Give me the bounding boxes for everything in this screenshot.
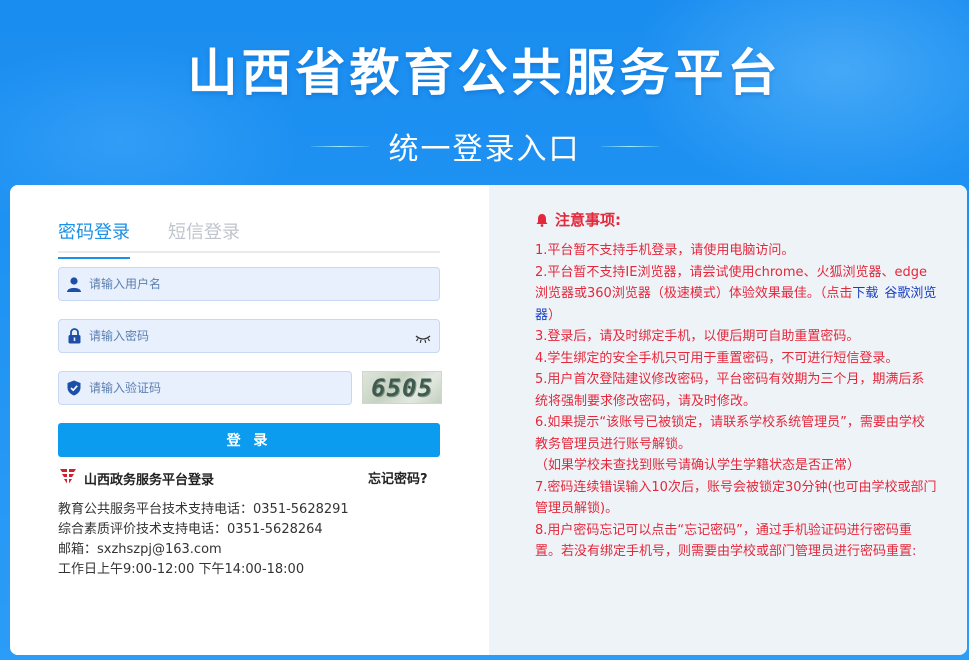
username-input[interactable] <box>89 277 439 291</box>
notice-item-1: 1.平台暂不支持手机登录，请使用电脑访问。 <box>535 243 795 258</box>
login-card: 密码登录 短信登录 6505 登 录 <box>10 185 967 655</box>
subtitle-divider-left <box>310 145 369 147</box>
user-icon <box>65 275 83 293</box>
tab-sms-login[interactable]: 短信登录 <box>168 219 240 251</box>
login-button[interactable]: 登 录 <box>58 423 440 457</box>
support-phone-evaluation: 综合素质评价技术支持电话：0351-5628264 <box>58 522 323 537</box>
support-email: 邮箱：sxzhszpj@163.com <box>58 542 222 557</box>
tab-password-login[interactable]: 密码登录 <box>58 219 130 259</box>
gov-login-link[interactable]: 山西政务服务平台登录 <box>58 467 214 489</box>
captcha-field <box>58 371 352 405</box>
login-panel: 密码登录 短信登录 6505 登 录 <box>10 185 489 655</box>
captcha-text: 6505 <box>371 373 433 402</box>
site-title: 山西省教育公共服务平台 <box>187 44 782 102</box>
login-tabs: 密码登录 短信登录 <box>58 219 440 259</box>
notice-title-text: 注意事项: <box>555 211 621 229</box>
support-info: 教育公共服务平台技术支持电话：0351-5628291 综合素质评价技术支持电话… <box>58 500 349 580</box>
notice-list: 1.平台暂不支持手机登录，请使用电脑访问。 2.平台暂不支持IE浏览器，请尝试使… <box>535 240 937 563</box>
notice-title: 注意事项: <box>535 209 937 230</box>
notice-item-3: 3.登录后，请及时绑定手机，以便后期可自助重置密码。 <box>535 329 860 344</box>
captcha-image[interactable]: 6505 <box>362 371 442 404</box>
eye-closed-icon[interactable] <box>415 329 431 343</box>
subtitle-row: 统一登录入口 <box>0 124 969 168</box>
captcha-input[interactable] <box>89 381 351 395</box>
subtitle-divider-right <box>600 145 659 147</box>
support-phone-platform: 教育公共服务平台技术支持电话：0351-5628291 <box>58 502 349 517</box>
notice-item-6-note: （如果学校未查找到账号请确认学生学籍状态是否正常） <box>535 458 861 473</box>
shield-icon <box>65 379 83 397</box>
forgot-password-link[interactable]: 忘记密码? <box>368 468 428 487</box>
notice-item-2: 2.平台暂不支持IE浏览器，请尝试使用chrome、火狐浏览器、edge浏览器或… <box>535 264 937 323</box>
subtitle: 统一登录入口 <box>388 132 581 167</box>
gov-logo-icon <box>58 467 78 489</box>
username-field <box>58 267 440 301</box>
password-field <box>58 319 440 353</box>
notice-item-5: 5.用户首次登陆建议修改密码，平台密码有效期为三个月，期满后系统将强制要求修改密… <box>535 372 925 409</box>
notice-item-4: 4.学生绑定的安全手机只可用于重置密码，不可进行短信登录。 <box>535 350 899 366</box>
notice-item-6: 6.如果提示“该账号已被锁定，请联系学校系统管理员”，需要由学校教务管理员进行账… <box>535 415 925 452</box>
notice-item-7: 7.密码连续错误输入10次后，账号会被锁定30分钟(也可由学校或部门管理员解锁)… <box>535 479 937 517</box>
lock-icon <box>65 327 83 345</box>
support-hours: 工作日上午9:00-12:00 下午14:00-18:00 <box>58 562 305 577</box>
notice-item-8: 8.用户密码忘记可以点击“忘记密码”，通过手机验证码进行密码重置。若没有绑定手机… <box>535 522 917 560</box>
download-link[interactable]: 下载 <box>852 286 878 301</box>
notice-panel: 注意事项: 1.平台暂不支持手机登录，请使用电脑访问。 2.平台暂不支持IE浏览… <box>489 185 967 655</box>
gov-login-label: 山西政务服务平台登录 <box>84 472 215 488</box>
password-input[interactable] <box>89 329 439 343</box>
bell-icon <box>535 213 549 227</box>
